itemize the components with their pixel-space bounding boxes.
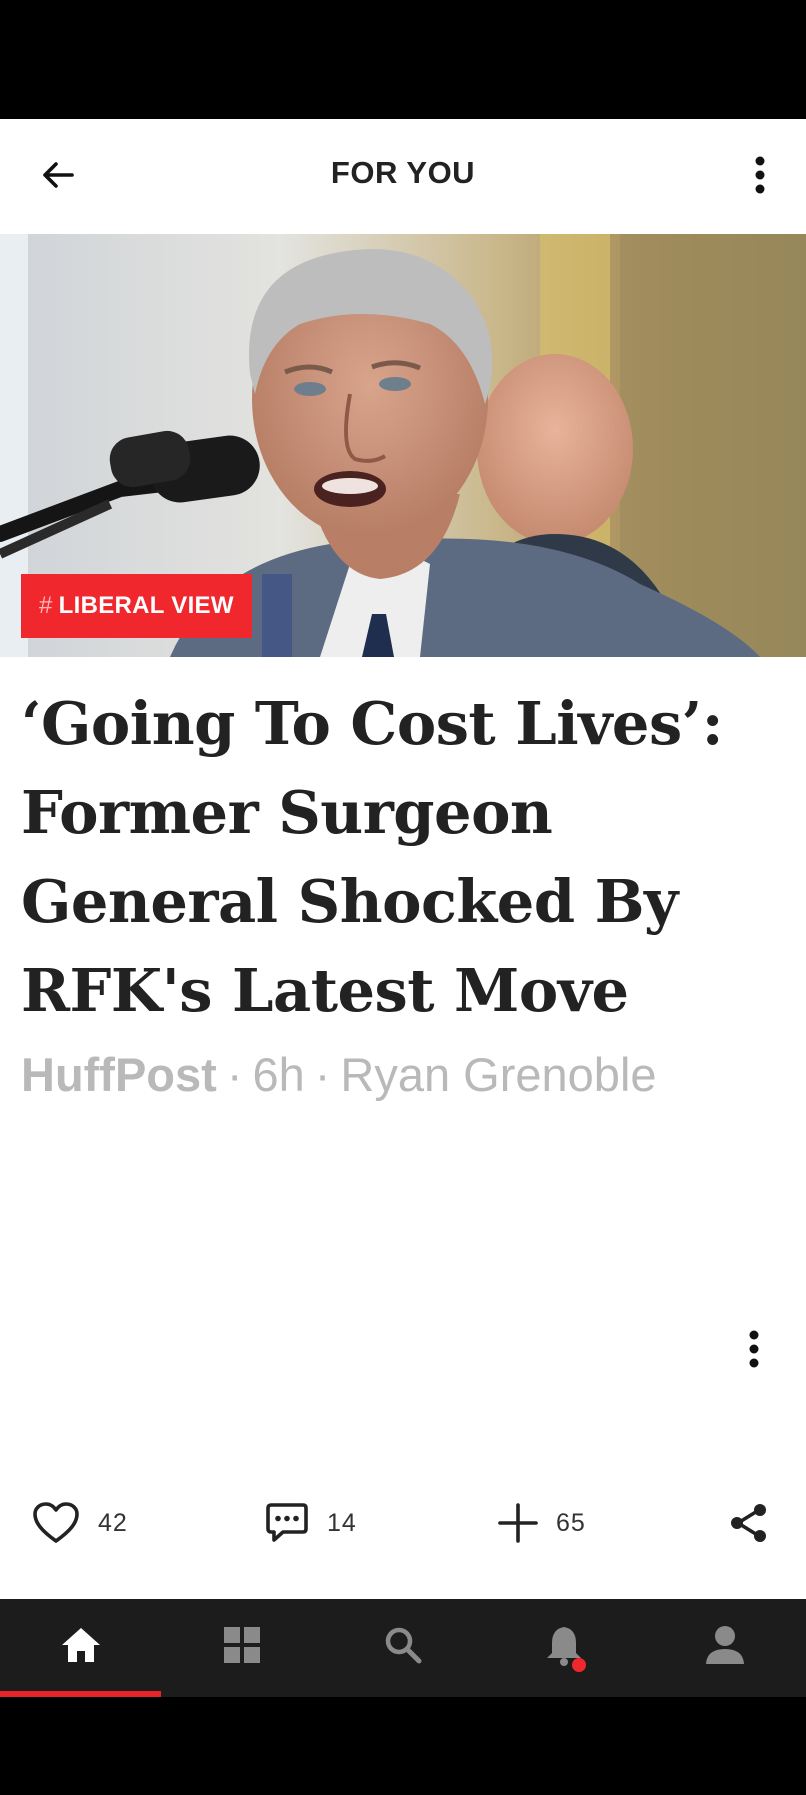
author-name: Ryan Grenoble (340, 1048, 657, 1101)
article-age: 6h (252, 1048, 305, 1101)
notification-badge (572, 1658, 586, 1672)
more-vertical-icon (755, 156, 765, 194)
headline-line: RFK's Latest Move (21, 956, 629, 1025)
add-button[interactable]: 65 (498, 1483, 586, 1563)
bottom-navigation (0, 1599, 806, 1697)
search-icon (385, 1627, 421, 1664)
headline-line: General Shocked By (21, 867, 678, 936)
comment-count: 14 (327, 1508, 357, 1537)
comment-icon (266, 1503, 308, 1542)
system-navigation-area (0, 1697, 806, 1795)
home-icon (61, 1628, 100, 1662)
like-button[interactable]: 42 (32, 1483, 128, 1563)
more-options-button[interactable] (740, 147, 780, 203)
grid-icon (223, 1627, 260, 1663)
hash-icon: # (39, 592, 53, 619)
category-tag-label: LIBERAL VIEW (58, 592, 234, 619)
headline-line: ‘Going To Cost Lives’: (21, 689, 723, 758)
article-screen: FOR YOU # LIBERAL VIEW ‘Going To Cost Li… (0, 119, 806, 1599)
add-count: 65 (556, 1508, 586, 1537)
nav-notifications[interactable] (483, 1599, 644, 1691)
category-tag[interactable]: # LIBERAL VIEW (21, 574, 252, 638)
nav-profile[interactable] (644, 1599, 805, 1691)
share-icon (731, 1504, 766, 1542)
article-actions: 42 14 65 (0, 1483, 806, 1563)
heart-icon (33, 1502, 79, 1543)
meta-separator: · (226, 1048, 243, 1101)
person-icon (705, 1626, 744, 1664)
nav-sections[interactable] (161, 1599, 322, 1691)
page-title: FOR YOU (330, 155, 476, 190)
nav-search[interactable] (322, 1599, 483, 1691)
status-bar (0, 0, 806, 119)
headline-line: Former Surgeon (21, 778, 553, 847)
nav-home[interactable] (0, 1599, 161, 1691)
article-more-button[interactable] (734, 1319, 774, 1379)
like-count: 42 (98, 1508, 128, 1537)
more-vertical-icon (749, 1330, 759, 1368)
share-button[interactable] (728, 1483, 770, 1563)
article-headline[interactable]: ‘Going To Cost Lives’: Former Surgeon Ge… (21, 679, 781, 1035)
source-name[interactable]: HuffPost (21, 1048, 217, 1101)
article-meta: HuffPost · 6h · Ryan Grenoble (21, 1047, 657, 1102)
comment-button[interactable]: 14 (265, 1483, 357, 1563)
plus-icon (498, 1503, 538, 1543)
top-app-bar: FOR YOU (0, 119, 806, 233)
meta-separator: · (314, 1048, 331, 1101)
